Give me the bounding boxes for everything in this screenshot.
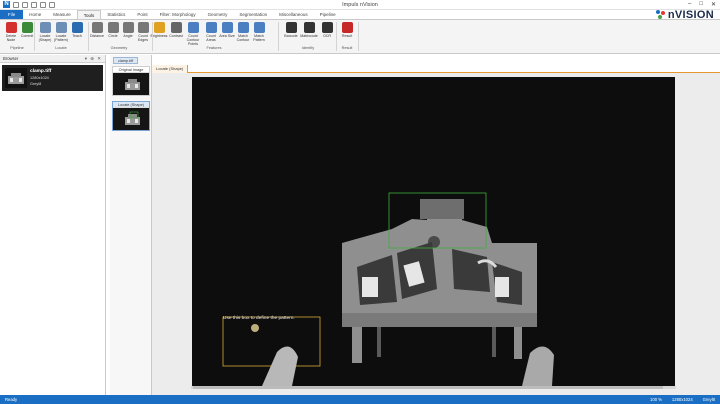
menu-tab-geometry[interactable]: Geometry [202,10,234,19]
contrast-icon [170,22,182,33]
angle-icon [122,22,134,33]
menu-tab-segmentation[interactable]: Segmentation [233,10,273,19]
view-tab-locate[interactable]: Locate (Shape) [152,65,189,73]
image-size: 1280x1024 [30,76,49,80]
scrollbar-thumb[interactable] [193,386,663,389]
clamp-image [222,192,554,386]
menu-tab-home[interactable]: Home [23,10,47,19]
menu-tab-point[interactable]: Point [131,10,153,19]
count-contour-points-button[interactable]: Count Contour Points [184,22,202,46]
status-text: Ready [5,397,18,402]
view-tab-bar: Locate (Shape) [152,65,720,73]
menu-tab-file[interactable]: File [0,10,24,19]
status-right: 100 % 1280x1024 Greyl8 [650,395,715,404]
count-edges-icon [137,22,149,33]
circle-icon [107,22,119,33]
ribbon-button-label: Contrast [169,34,183,38]
window-title: Impuls nVision [342,2,378,8]
result-button[interactable]: Result [338,22,356,38]
browser-item[interactable]: clamp.tiff 1280x1024 Greyl8 [2,65,103,91]
contour-points-icon [187,22,199,33]
brightness-icon [153,22,165,33]
ribbon-group-geometry: Geometry [110,46,128,50]
title-bar: N Impuls nVision – □ ✕ [0,0,720,10]
matrixcode-icon [303,22,315,33]
ribbon-separator [358,22,359,51]
ribbon-button-label: OCR [323,34,331,38]
ocr-button[interactable]: OCR [318,22,336,38]
pipeline-step-locate[interactable]: Locate (Shape) [112,101,150,131]
panel-controls[interactable]: ▾ ⊛ ✕ [85,55,102,63]
delete-x-icon [5,22,17,33]
window-controls: – □ ✕ [688,1,716,8]
ribbon-button-label: Matrixcode [300,34,318,38]
ribbon-button-label: Teach [72,34,82,38]
zoom-level[interactable]: 100 % [650,395,662,404]
menu-tab-tools[interactable]: Tools [76,10,102,19]
document-tab[interactable]: clamp.tiff [113,57,139,64]
result-icon [341,22,353,33]
ribbon-group-result: Result [341,46,353,50]
browser-header: Browser ▾ ⊛ ✕ [0,55,105,63]
match-pattern-button[interactable]: Match Pattern [250,22,268,42]
minimize-icon[interactable]: – [688,1,691,8]
ribbon-button-label: Barcode [284,34,298,38]
count-areas-icon [205,22,217,33]
ribbon-button-label: Match Pattern [253,34,265,42]
menu-tab-miscellaneous[interactable]: Miscellaneous [273,10,314,19]
step-thumbnail [113,108,149,130]
pipeline-step-original[interactable]: Original Image [112,66,150,96]
menu-tab-filter-morphology[interactable]: Filter: Morphology [154,10,202,19]
pattern-hint: Use this box to define the pattern. [223,316,295,321]
ribbon-button-label: Result [341,34,353,38]
ribbon-toolbar: Delete Node Commit Locate (Shape) Locate (P… [0,20,720,54]
distance-icon [91,22,103,33]
browser-title: Browser [3,56,19,61]
maximize-icon[interactable]: □ [699,1,703,8]
image-dimensions: 1280x1024 [671,397,693,402]
menu-tab-pipeline[interactable]: Pipeline [314,10,342,19]
ribbon-group-features: Features [206,46,222,50]
image-thumbnail [5,68,27,88]
menu-tab-measure[interactable]: Measure [47,10,77,19]
match-contour-icon [237,22,249,33]
ribbon-separator [278,22,279,51]
ribbon-group-identify: Identify [301,46,315,50]
browser-panel: Browser ▾ ⊛ ✕ clamp.tiff 1280x1024 Greyl… [0,55,106,395]
commit-icon [21,22,33,33]
ribbon-button-label: Count Contour Points [186,34,200,46]
match-pattern-icon [253,22,265,33]
locate-shape-icon [39,22,51,33]
step-thumbnail [113,73,149,95]
image-format: Greyl8 [30,82,42,86]
barcode-button[interactable]: Barcode [282,22,300,38]
ocr-icon [321,22,333,33]
barcode-icon [285,22,297,33]
menu-bar: File Home Measure Tools Statistics Point Filte… [0,10,720,20]
horizontal-scrollbar[interactable] [191,386,676,389]
teach-button[interactable]: Teach [68,22,86,38]
area-size-icon [221,22,233,33]
image-name: clamp.tiff [30,69,52,74]
ribbon-group-locate: Locate [55,46,67,50]
contrast-button[interactable]: Contrast [167,22,185,38]
locate-pattern-icon [55,22,67,33]
pattern-region-box[interactable] [222,316,321,367]
image-type: Greyl8 [702,397,715,402]
status-bar: Ready 100 % 1280x1024 Greyl8 [0,395,720,404]
menu-tab-statistics[interactable]: Statistics [101,10,131,19]
matrixcode-button[interactable]: Matrixcode [300,22,318,38]
teach-icon [71,22,83,33]
close-icon[interactable]: ✕ [711,1,716,8]
brand-dots-icon [655,10,666,20]
ribbon-group-pipeline: Pipeline [10,46,24,50]
image-canvas[interactable] [192,77,675,386]
